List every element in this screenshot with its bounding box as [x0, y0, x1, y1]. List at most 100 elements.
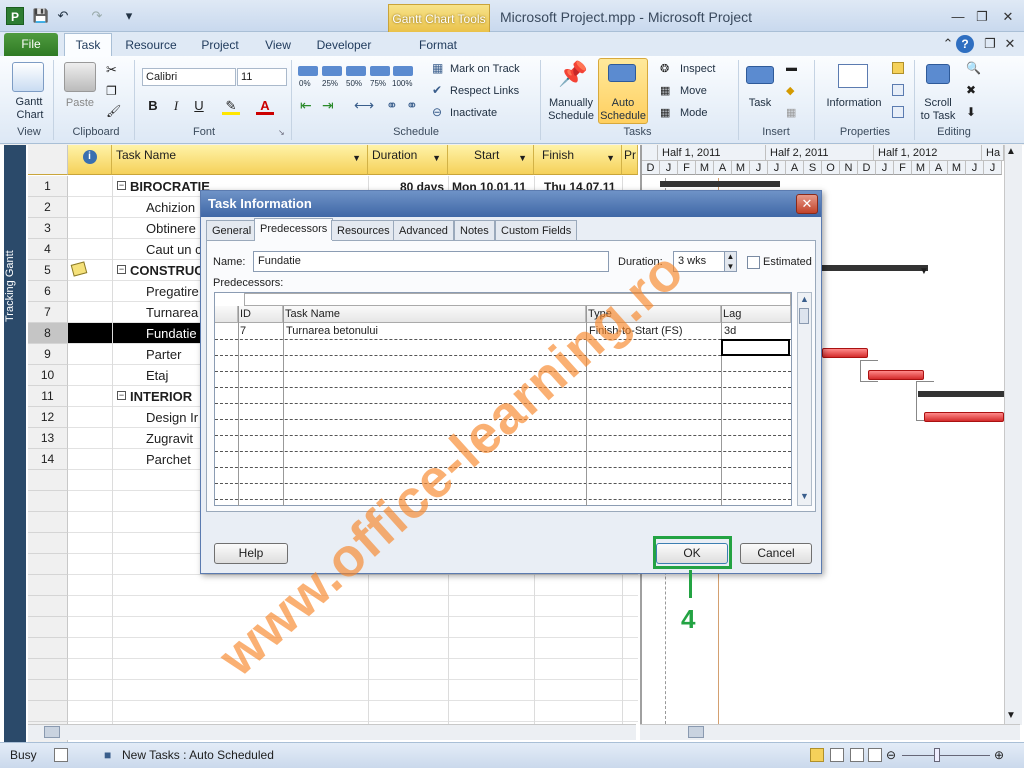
paste-icon[interactable]: [64, 62, 96, 92]
pred-col-id[interactable]: ID: [238, 306, 283, 323]
tab-task[interactable]: Task: [64, 33, 112, 57]
row-number[interactable]: [28, 470, 68, 491]
find-icon[interactable]: 🔍: [966, 61, 981, 75]
task-name-cell[interactable]: Achizion: [146, 197, 200, 218]
tab-advanced[interactable]: Advanced: [393, 220, 454, 240]
notes-icon[interactable]: [892, 62, 904, 74]
gantt-chart-label-2[interactable]: Chart: [10, 109, 50, 122]
row-number[interactable]: [28, 575, 68, 596]
zoom-in-icon[interactable]: ⊕: [994, 743, 1004, 767]
row-number[interactable]: 10: [28, 365, 68, 386]
task-name-cell[interactable]: Design Ir: [146, 407, 200, 428]
inspect-icon[interactable]: ❂: [660, 62, 669, 75]
row-number[interactable]: 3: [28, 218, 68, 239]
percent-75-icon[interactable]: [370, 66, 390, 76]
collapse-icon[interactable]: −: [117, 391, 126, 400]
gantt-view-icon[interactable]: [810, 748, 824, 762]
macro-record-icon[interactable]: [54, 748, 68, 762]
pred-col-task-name[interactable]: Task Name: [283, 306, 586, 323]
outdent-icon[interactable]: ⇤: [300, 97, 312, 114]
font-size-select[interactable]: 11: [237, 68, 287, 86]
tab-custom-fields[interactable]: Custom Fields: [495, 220, 578, 240]
table-scroll-thumb[interactable]: [44, 726, 60, 738]
mark-on-track-button[interactable]: Mark on Track: [450, 63, 520, 76]
row-number[interactable]: [28, 659, 68, 680]
collapse-icon[interactable]: −: [117, 265, 126, 274]
predecessors-edit-bar[interactable]: [244, 293, 791, 306]
task-name-cell[interactable]: Zugravit: [146, 428, 200, 449]
table-row[interactable]: [28, 617, 638, 638]
row-number[interactable]: [28, 533, 68, 554]
pred-row-id[interactable]: 7: [240, 325, 246, 337]
row-number[interactable]: 2: [28, 197, 68, 218]
gantt-scroll-thumb[interactable]: [688, 726, 704, 738]
row-number[interactable]: [28, 617, 68, 638]
tab-resources[interactable]: Resources: [331, 220, 396, 240]
information-icon[interactable]: [838, 64, 868, 88]
scroll-to-task-icon[interactable]: [926, 64, 950, 84]
active-cell-cursor[interactable]: [721, 339, 790, 356]
help-button[interactable]: Help: [214, 543, 288, 564]
task-bar-design[interactable]: [924, 412, 1004, 422]
tab-view[interactable]: View: [256, 34, 300, 56]
tab-developer[interactable]: Developer: [310, 34, 378, 56]
chevron-down-icon[interactable]: ▼: [518, 153, 527, 163]
task-name-cell[interactable]: Obtinere: [146, 218, 200, 239]
new-task-mode-icon[interactable]: ■: [104, 743, 111, 767]
task-name-cell[interactable]: Etaj: [146, 365, 200, 386]
insert-task-icon[interactable]: [746, 66, 774, 84]
close-doc-icon[interactable]: ✕: [998, 35, 1022, 53]
zoom-slider[interactable]: [902, 755, 990, 756]
percent-0-icon[interactable]: [298, 66, 318, 76]
zoom-out-icon[interactable]: ⊖: [886, 743, 896, 767]
task-name-cell[interactable]: Parter: [146, 344, 200, 365]
row-number[interactable]: 12: [28, 407, 68, 428]
row-number[interactable]: [28, 491, 68, 512]
chevron-down-icon[interactable]: ▼: [606, 153, 615, 163]
row-number[interactable]: [28, 554, 68, 575]
scroll-to-task-label[interactable]: Scroll: [916, 97, 960, 110]
inactivate-button[interactable]: Inactivate: [450, 107, 497, 120]
row-number[interactable]: [28, 680, 68, 701]
inactivate-icon[interactable]: ⊖: [432, 105, 442, 119]
start-column-header[interactable]: Start ▼: [448, 145, 534, 175]
percent-0-label[interactable]: 0%: [299, 77, 311, 90]
row-number[interactable]: 4: [28, 239, 68, 260]
pred-scroll-thumb[interactable]: [799, 308, 809, 324]
fill-icon[interactable]: ⬇: [966, 105, 976, 119]
scroll-up-icon[interactable]: ▲: [1006, 146, 1016, 157]
pushpin-icon[interactable]: 📌: [558, 60, 588, 89]
name-field[interactable]: Fundatie: [253, 251, 609, 272]
paste-button[interactable]: Paste: [62, 97, 98, 110]
respect-links-icon[interactable]: ✔: [432, 83, 442, 97]
table-row[interactable]: [28, 701, 638, 722]
mode-button[interactable]: Mode: [680, 107, 708, 120]
dialog-close-icon[interactable]: ✕: [796, 194, 818, 214]
manually-schedule-label[interactable]: Manually: [546, 97, 596, 110]
cut-icon[interactable]: ✂: [106, 62, 117, 78]
indent-icon[interactable]: ⇥: [322, 97, 334, 114]
restore-icon[interactable]: ❐: [970, 8, 994, 26]
percent-50-label[interactable]: 50%: [346, 77, 362, 90]
tab-notes[interactable]: Notes: [454, 220, 495, 240]
summary-icon[interactable]: ▬: [786, 62, 797, 74]
italic-button[interactable]: I: [167, 97, 185, 115]
format-painter-icon[interactable]: 🖌: [106, 104, 121, 118]
pred-scroll-up-icon[interactable]: ▲: [800, 294, 809, 304]
vertical-scrollbar[interactable]: [1004, 145, 1022, 725]
gantt-chart-label[interactable]: Gantt: [12, 96, 46, 109]
percent-100-label[interactable]: 100%: [392, 77, 412, 90]
pred-col-lag[interactable]: Lag: [721, 306, 791, 323]
percent-25-label[interactable]: 25%: [322, 77, 338, 90]
cancel-button[interactable]: Cancel: [740, 543, 812, 564]
details-icon[interactable]: [892, 84, 904, 96]
task-name-cell[interactable]: Parchet: [146, 449, 200, 470]
percent-50-icon[interactable]: [346, 66, 366, 76]
row-number[interactable]: 9: [28, 344, 68, 365]
row-number[interactable]: 5: [28, 260, 68, 281]
customize-qat-icon[interactable]: ▾: [120, 7, 138, 25]
table-horizontal-scrollbar[interactable]: [28, 724, 636, 740]
move-button[interactable]: Move: [680, 85, 707, 98]
close-window-icon[interactable]: ✕: [996, 8, 1020, 26]
help-icon[interactable]: ?: [956, 35, 974, 53]
